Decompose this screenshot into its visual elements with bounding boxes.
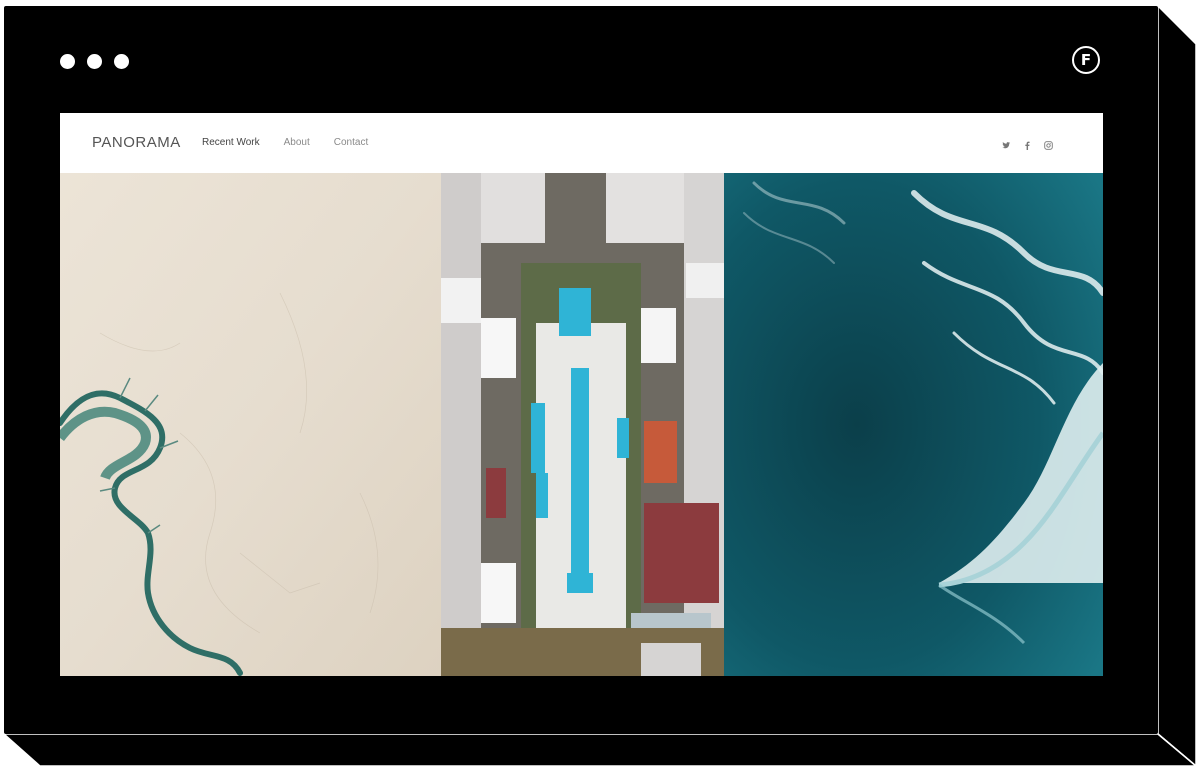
main-nav: Recent Work About Contact: [202, 137, 368, 148]
nav-recent-work[interactable]: Recent Work: [202, 137, 260, 148]
window-control-dot[interactable]: [87, 54, 102, 69]
site-brand[interactable]: PANORAMA: [92, 134, 181, 151]
photo-gallery: [60, 173, 1103, 676]
desert-river-photo[interactable]: [60, 173, 441, 676]
window-control-dot[interactable]: [60, 54, 75, 69]
site-header: PANORAMA Recent Work About Contact: [60, 113, 1103, 173]
city-pool-aerial-photo[interactable]: [441, 173, 724, 676]
nav-contact[interactable]: Contact: [334, 137, 368, 148]
ocean-waves-photo[interactable]: [724, 173, 1103, 676]
facebook-icon[interactable]: [1023, 137, 1032, 150]
instagram-icon[interactable]: [1044, 137, 1053, 150]
website-screen: PANORAMA Recent Work About Contact: [60, 113, 1103, 676]
social-links: [1002, 137, 1053, 150]
app-logo-badge: F: [1072, 46, 1100, 74]
nav-about[interactable]: About: [284, 137, 310, 148]
window-control-dot[interactable]: [114, 54, 129, 69]
logo-letter: F: [1080, 51, 1092, 69]
twitter-icon[interactable]: [1002, 137, 1011, 149]
